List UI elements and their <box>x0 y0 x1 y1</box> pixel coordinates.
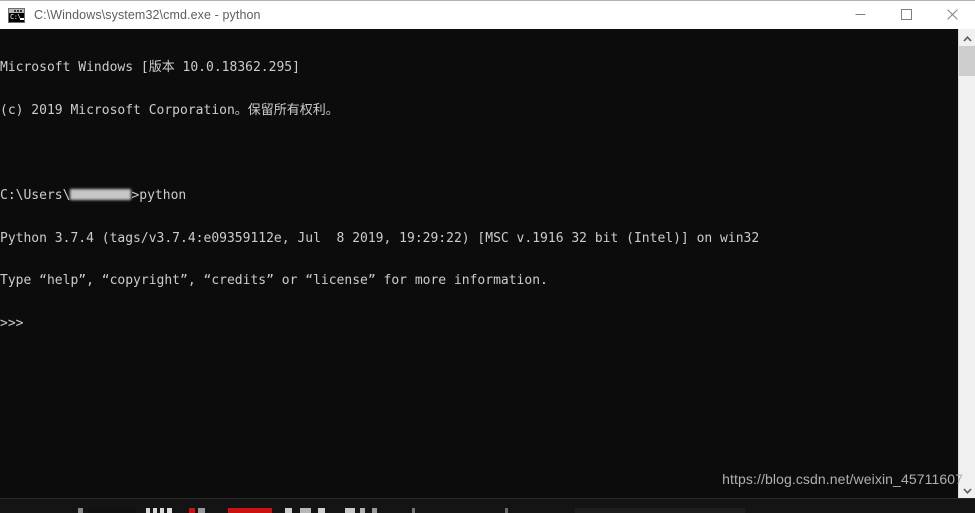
taskbar-icon[interactable] <box>88 508 136 513</box>
taskbar-icon[interactable] <box>189 508 195 513</box>
close-icon <box>946 9 958 20</box>
taskbar-icon[interactable] <box>360 508 365 513</box>
console-prompt-path: C:\Users\ <box>0 188 71 204</box>
taskbar-icon[interactable] <box>146 508 150 513</box>
windows-taskbar-sliver[interactable] <box>0 498 975 513</box>
console-line-python-prompt: >>> <box>0 315 24 331</box>
titlebar-left-group: C:\ C:\Windows\system32\cmd.exe - python <box>0 7 837 23</box>
taskbar-icon[interactable] <box>285 508 292 513</box>
minimize-button[interactable] <box>837 1 883 29</box>
taskbar-icon[interactable] <box>167 508 172 513</box>
console-line-prompt-command: C:\Users\ >python <box>0 189 759 203</box>
console-output-area[interactable]: Microsoft Windows [版本 10.0.18362.295] (c… <box>0 29 958 498</box>
taskbar-icon[interactable] <box>412 508 415 513</box>
taskbar-icon[interactable] <box>153 508 157 513</box>
maximize-button[interactable] <box>883 1 929 29</box>
cmd-icon-dot <box>17 9 19 12</box>
taskbar-icon[interactable] <box>228 508 272 513</box>
console-line: Type “help”, “copyright”, “credits” or “… <box>0 273 548 289</box>
taskbar-icon[interactable] <box>300 508 311 513</box>
cmd-window: C:\ C:\Windows\system32\cmd.exe - python <box>0 0 975 513</box>
console-line: Microsoft Windows [版本 10.0.18362.295] <box>0 60 300 76</box>
console-line: Python 3.7.4 (tags/v3.7.4:e09359112e, Ju… <box>0 230 760 246</box>
taskbar-icon[interactable] <box>198 508 205 513</box>
cmd-console-icon: C:\ <box>8 7 25 23</box>
console-line: (c) 2019 Microsoft Corporation。保留所有权利。 <box>0 103 339 118</box>
taskbar-icon[interactable] <box>372 508 377 513</box>
scroll-down-arrow-button[interactable] <box>959 481 975 498</box>
taskbar-icon-strip <box>0 508 975 513</box>
maximize-icon <box>900 9 912 20</box>
chevron-down-icon <box>962 481 972 499</box>
scroll-thumb[interactable] <box>959 46 975 76</box>
redacted-username-block <box>70 189 132 201</box>
taskbar-icon[interactable] <box>505 508 508 513</box>
minimize-icon <box>855 9 866 20</box>
taskbar-icon[interactable] <box>575 508 745 513</box>
taskbar-icon[interactable] <box>318 508 325 513</box>
taskbar-icon[interactable] <box>345 508 355 513</box>
cmd-icon-dot <box>14 9 16 12</box>
console-text-block: Microsoft Windows [版本 10.0.18362.295] (c… <box>0 33 759 360</box>
close-button[interactable] <box>929 1 975 29</box>
vertical-scrollbar[interactable] <box>958 29 975 498</box>
console-command-text: >python <box>131 188 187 204</box>
taskbar-icon[interactable] <box>160 508 164 513</box>
taskbar-top-edge <box>0 498 975 499</box>
taskbar-icon[interactable] <box>78 508 83 513</box>
window-title: C:\Windows\system32\cmd.exe - python <box>34 8 261 22</box>
chevron-up-icon <box>962 29 972 47</box>
window-controls <box>837 1 975 30</box>
cmd-icon-dot <box>20 9 22 12</box>
scroll-up-arrow-button[interactable] <box>959 29 975 46</box>
cmd-icon-cursor <box>20 17 24 20</box>
window-titlebar[interactable]: C:\ C:\Windows\system32\cmd.exe - python <box>0 0 975 29</box>
